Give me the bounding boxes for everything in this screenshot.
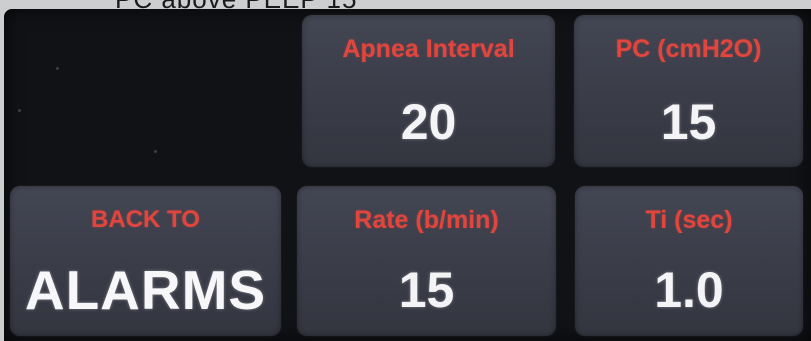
inspiratory-time-tile[interactable]: Ti (sec) 1.0 xyxy=(575,186,803,336)
back-to-label: BACK TO xyxy=(91,206,200,233)
rate-tile[interactable]: Rate (b/min) 15 xyxy=(297,186,556,336)
device-screen-photo: PC above PEEP 15 Apnea Interval 20 PC (c… xyxy=(0,0,811,341)
pressure-control-tile[interactable]: PC (cmH2O) 15 xyxy=(574,15,803,167)
pressure-control-label: PC (cmH2O) xyxy=(615,35,762,63)
apnea-interval-tile[interactable]: Apnea Interval 20 xyxy=(302,15,555,167)
pressure-control-value: 15 xyxy=(660,94,717,150)
apnea-interval-value: 20 xyxy=(400,94,457,150)
alarms-label: ALARMS xyxy=(24,259,267,321)
back-to-alarms-button[interactable]: BACK TO ALARMS xyxy=(10,186,281,336)
inspiratory-time-label: Ti (sec) xyxy=(645,206,733,234)
rate-label: Rate (b/min) xyxy=(354,206,499,234)
screen-speck xyxy=(154,150,157,153)
inspiratory-time-value: 1.0 xyxy=(654,262,724,318)
rate-value: 15 xyxy=(398,262,455,318)
apnea-interval-label: Apnea Interval xyxy=(342,35,515,63)
screen-speck xyxy=(56,67,59,70)
screen-speck xyxy=(18,109,21,112)
